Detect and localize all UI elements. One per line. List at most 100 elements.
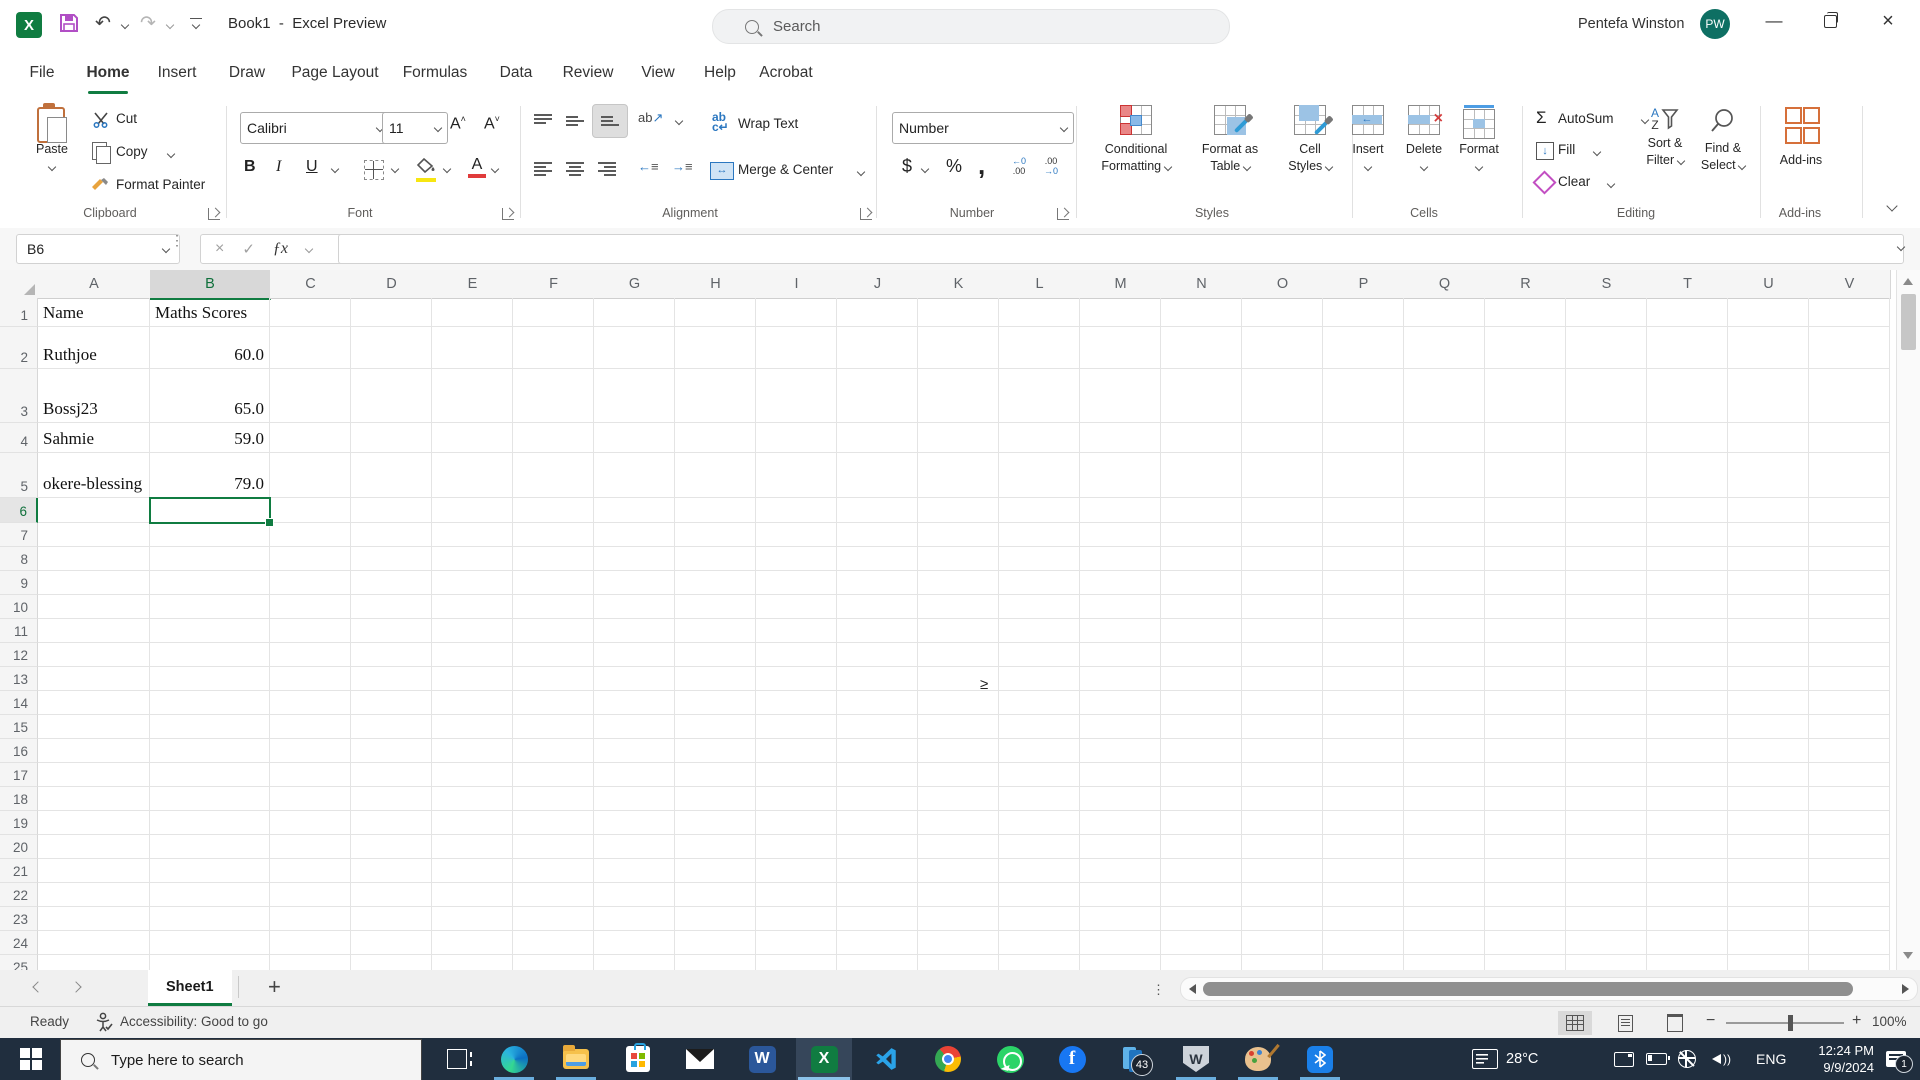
cell-J18[interactable] <box>837 787 918 811</box>
cell-T17[interactable] <box>1647 763 1728 787</box>
column-header-J[interactable]: J <box>837 270 919 299</box>
cell-Q3[interactable] <box>1404 369 1485 423</box>
cell-B23[interactable] <box>150 907 270 931</box>
cell-G12[interactable] <box>594 643 675 667</box>
notification-center[interactable]: 1 <box>1886 1038 1913 1080</box>
cell-A6[interactable] <box>38 498 150 523</box>
cell-F7[interactable] <box>513 523 594 547</box>
add-sheet-button[interactable]: + <box>268 974 281 1000</box>
cell-G6[interactable] <box>594 498 675 523</box>
vertical-scrollbar[interactable] <box>1896 270 1920 970</box>
number-format-combo[interactable]: Number <box>892 112 1074 144</box>
cell-Q4[interactable] <box>1404 423 1485 453</box>
cell-O9[interactable] <box>1242 571 1323 595</box>
cell-K11[interactable] <box>918 619 999 643</box>
cell-I13[interactable] <box>756 667 837 691</box>
cell-M19[interactable] <box>1080 811 1161 835</box>
cell-H2[interactable] <box>675 327 756 369</box>
cell-E16[interactable] <box>432 739 513 763</box>
cell-V14[interactable] <box>1809 691 1890 715</box>
taskbar-bluetooth[interactable] <box>1292 1038 1348 1080</box>
cell-O6[interactable] <box>1242 498 1323 523</box>
cell-L14[interactable] <box>999 691 1080 715</box>
cell-A21[interactable] <box>38 859 150 883</box>
cell-L16[interactable] <box>999 739 1080 763</box>
cell-I2[interactable] <box>756 327 837 369</box>
cell-Q6[interactable] <box>1404 498 1485 523</box>
cell-A17[interactable] <box>38 763 150 787</box>
scroll-left-icon[interactable] <box>1189 984 1196 994</box>
cell-F10[interactable] <box>513 595 594 619</box>
clear-chevron-icon[interactable] <box>1606 179 1616 189</box>
column-header-A[interactable]: A <box>38 270 151 299</box>
clock[interactable]: 12:24 PM 9/9/2024 <box>1800 1038 1874 1080</box>
scroll-up-icon[interactable] <box>1903 278 1913 285</box>
cell-B15[interactable] <box>150 715 270 739</box>
align-center-icon[interactable] <box>566 160 584 178</box>
cell-N22[interactable] <box>1161 883 1242 907</box>
cell-I14[interactable] <box>756 691 837 715</box>
minimize-button[interactable]: — <box>1752 4 1796 38</box>
cell-A15[interactable] <box>38 715 150 739</box>
cell-T12[interactable] <box>1647 643 1728 667</box>
cell-Q9[interactable] <box>1404 571 1485 595</box>
cell-H16[interactable] <box>675 739 756 763</box>
taskbar-file-explorer[interactable] <box>548 1038 604 1080</box>
cell-N15[interactable] <box>1161 715 1242 739</box>
row-header-22[interactable]: 22 <box>0 883 38 907</box>
cell-S17[interactable] <box>1566 763 1647 787</box>
merge-center-chevron-icon[interactable] <box>856 167 866 177</box>
cell-F14[interactable] <box>513 691 594 715</box>
cell-H20[interactable] <box>675 835 756 859</box>
cell-L7[interactable] <box>999 523 1080 547</box>
cell-K10[interactable] <box>918 595 999 619</box>
cell-U19[interactable] <box>1728 811 1809 835</box>
cell-G2[interactable] <box>594 327 675 369</box>
start-button[interactable] <box>8 1038 54 1080</box>
cell-R17[interactable] <box>1485 763 1566 787</box>
cell-U20[interactable] <box>1728 835 1809 859</box>
cell-U13[interactable] <box>1728 667 1809 691</box>
cell-U8[interactable] <box>1728 547 1809 571</box>
cell-E3[interactable] <box>432 369 513 423</box>
cell-O17[interactable] <box>1242 763 1323 787</box>
cell-H24[interactable] <box>675 931 756 955</box>
increase-decimal-button[interactable]: ←0.00 <box>1012 156 1026 176</box>
cell-P9[interactable] <box>1323 571 1404 595</box>
cell-A25[interactable] <box>38 955 150 970</box>
cell-D23[interactable] <box>351 907 432 931</box>
cell-Q1[interactable] <box>1404 298 1485 327</box>
cell-U3[interactable] <box>1728 369 1809 423</box>
cell-M23[interactable] <box>1080 907 1161 931</box>
cell-A5[interactable]: okere-blessing <box>38 453 150 498</box>
cell-S22[interactable] <box>1566 883 1647 907</box>
cell-V20[interactable] <box>1809 835 1890 859</box>
cell-K22[interactable] <box>918 883 999 907</box>
cell-J6[interactable] <box>837 498 918 523</box>
row-header-4[interactable]: 4 <box>0 423 38 453</box>
cell-N20[interactable] <box>1161 835 1242 859</box>
column-header-P[interactable]: P <box>1323 270 1405 299</box>
font-size-combo[interactable]: 11 <box>382 112 448 144</box>
cell-I17[interactable] <box>756 763 837 787</box>
cell-G16[interactable] <box>594 739 675 763</box>
taskbar-vscode[interactable] <box>858 1038 914 1080</box>
cell-B5[interactable]: 79.0 <box>150 453 270 498</box>
cell-J23[interactable] <box>837 907 918 931</box>
cell-U1[interactable] <box>1728 298 1809 327</box>
page-layout-view-button[interactable] <box>1608 1011 1642 1035</box>
cell-K7[interactable] <box>918 523 999 547</box>
taskbar-chrome[interactable] <box>920 1038 976 1080</box>
cell-B13[interactable] <box>150 667 270 691</box>
cell-A9[interactable] <box>38 571 150 595</box>
cell-P25[interactable] <box>1323 955 1404 970</box>
cell-K20[interactable] <box>918 835 999 859</box>
cell-O4[interactable] <box>1242 423 1323 453</box>
cell-M17[interactable] <box>1080 763 1161 787</box>
cell-H23[interactable] <box>675 907 756 931</box>
weather-widget[interactable]: 28°C <box>1472 1038 1538 1080</box>
cell-V3[interactable] <box>1809 369 1890 423</box>
cell-V12[interactable] <box>1809 643 1890 667</box>
cell-A2[interactable]: Ruthjoe <box>38 327 150 369</box>
row-header-7[interactable]: 7 <box>0 523 38 547</box>
